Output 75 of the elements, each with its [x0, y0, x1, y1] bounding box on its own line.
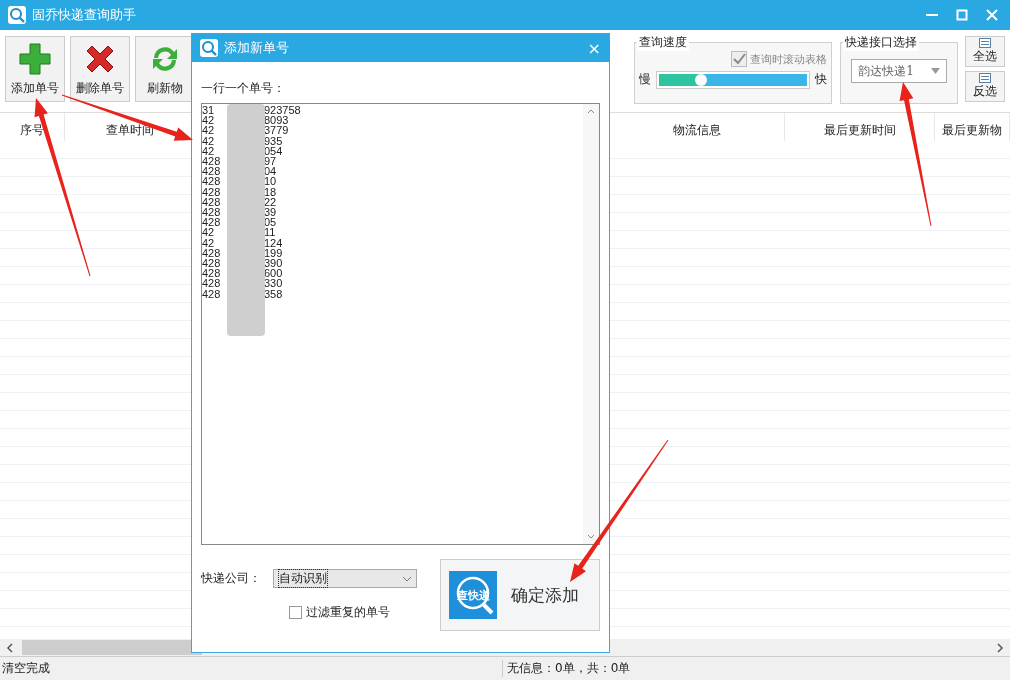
- number-fragment: 42: [202, 237, 216, 248]
- toolbar-button[interactable]: 添加单号: [5, 36, 65, 102]
- number-fragment: 42: [202, 145, 216, 156]
- checkbox-label: 过滤重复的单号: [306, 604, 390, 621]
- select-button[interactable]: 全选: [965, 36, 1005, 67]
- number-fragment: 600: [264, 268, 283, 279]
- filter-checkbox[interactable]: [289, 606, 302, 619]
- number-fragment: 428: [202, 247, 218, 259]
- number-fragment: 22: [264, 196, 277, 208]
- number-fragment: 42: [202, 227, 216, 238]
- number-fragment: 124: [264, 237, 283, 248]
- company-label: 快递公司：: [201, 570, 261, 587]
- number-fragment: 428: [202, 288, 218, 299]
- number-fragment: 39: [264, 207, 277, 218]
- number-fragment: 428: [202, 268, 218, 279]
- minimize-icon: [926, 14, 938, 16]
- number-fragment: 42: [202, 125, 216, 136]
- number-fragment: 199: [264, 247, 283, 259]
- column-header[interactable]: 最后更新物: [942, 122, 1002, 139]
- select-button[interactable]: 反选: [965, 71, 1005, 102]
- toolbar-button[interactable]: 删除单号: [69, 36, 130, 102]
- fast-label: 快: [815, 71, 828, 88]
- group-title: 快递接口选择: [843, 34, 920, 51]
- number-fragment: 8093: [264, 115, 289, 126]
- scroll-left-icon: [6, 642, 14, 653]
- group-title: 查询速度: [637, 34, 690, 51]
- status-count: 无信息：0单，共：0单: [506, 660, 631, 677]
- window-title: 固乔快递查询助手: [32, 6, 136, 24]
- list-icon: [979, 73, 991, 83]
- list-icon: [979, 38, 991, 48]
- magnifier-logo-icon: [8, 6, 26, 24]
- close-icon: [986, 9, 998, 21]
- number-fragment: 358: [264, 288, 283, 299]
- status-text: 清空完成: [0, 660, 503, 677]
- chevron-icon: [402, 575, 412, 582]
- dialog-title: 添加新单号: [224, 39, 289, 57]
- number-fragment: 11: [264, 227, 276, 238]
- vertical-scrollbar[interactable]: [583, 104, 599, 544]
- number-fragment: 428: [202, 166, 218, 177]
- number-fragment: 3779: [264, 125, 289, 136]
- number-fragment: 42: [202, 115, 216, 126]
- column-header[interactable]: 物流信息: [673, 122, 721, 139]
- number-fragment: 428: [202, 207, 218, 218]
- slow-label: 慢: [639, 71, 652, 88]
- scroll-up-icon: [587, 108, 595, 114]
- number-fragment: 18: [264, 186, 277, 197]
- number-fragment: 428: [202, 258, 218, 269]
- number-fragment: 428: [202, 186, 218, 197]
- number-fragment: 428: [202, 196, 218, 208]
- column-header[interactable]: 最后更新时间: [823, 122, 896, 139]
- number-fragment: 31: [202, 105, 216, 116]
- number-fragment: 923758: [264, 105, 301, 116]
- prompt-label: 一行一个单号：: [201, 80, 286, 97]
- number-fragment: 390: [264, 258, 283, 269]
- number-fragment: 054: [264, 145, 283, 156]
- number-fragment: 97: [264, 156, 277, 167]
- api-dropdown[interactable]: 韵达快递1: [851, 59, 947, 83]
- number-fragment: 330: [264, 278, 283, 289]
- number-fragment: 10: [264, 176, 277, 187]
- plus-icon: [17, 41, 52, 76]
- number-fragment: 42: [202, 135, 216, 146]
- number-fragment: 428: [202, 217, 218, 228]
- number-fragment: 935: [264, 135, 283, 146]
- scroll-right-icon: [996, 642, 1004, 653]
- scroll-down-icon: [587, 534, 595, 540]
- company-dropdown[interactable]: 自动识别: [273, 569, 417, 588]
- magnifier-logo-icon: [200, 39, 218, 57]
- checkbox-label: 查询时滚动表格: [750, 51, 828, 67]
- maximize-icon: [956, 9, 968, 21]
- speed-slider[interactable]: [657, 71, 810, 88]
- number-fragment: 428: [202, 176, 218, 187]
- caret-icon: [931, 68, 940, 74]
- column-header[interactable]: 序号: [20, 122, 44, 139]
- number-fragment: 428: [202, 278, 218, 289]
- number-fragment: 428: [202, 156, 218, 167]
